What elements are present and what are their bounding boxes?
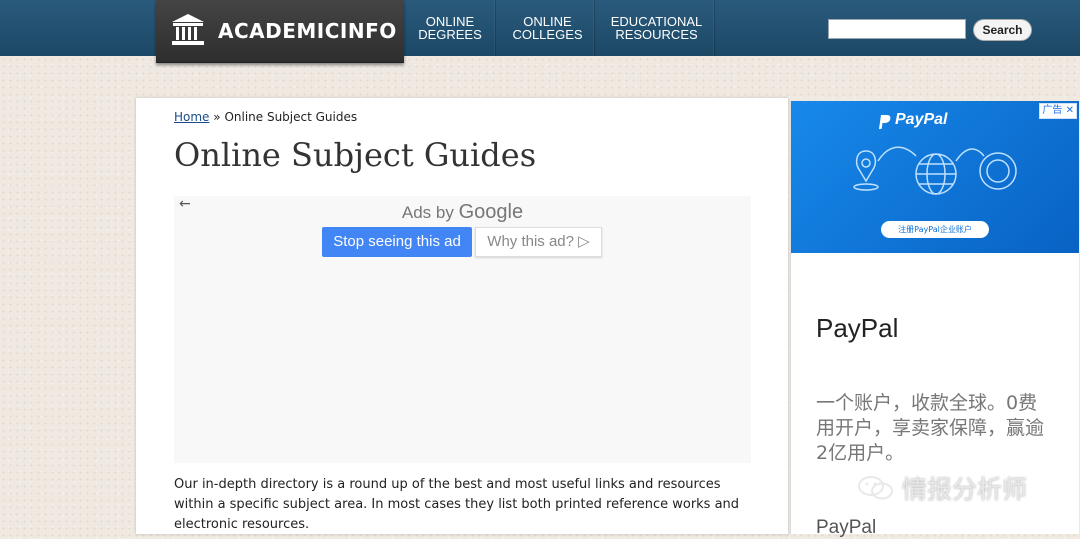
paypal-signup-button[interactable]: 注册PayPal企业账户 <box>881 221 989 238</box>
site-logo[interactable]: ACADEMICINFO <box>156 0 404 63</box>
ads-by-text: Ads by <box>401 203 454 222</box>
wechat-icon <box>858 476 893 500</box>
ad-badge-label: 广告 <box>1042 105 1063 116</box>
play-triangle-icon: ▷ <box>578 233 590 250</box>
google-wordmark: Google <box>458 201 524 223</box>
nav-online-degrees[interactable]: ONLINE DEGREES <box>405 0 496 56</box>
ad-choices-badge[interactable]: 广告 ✕ <box>1039 103 1077 119</box>
main-content: Home » Online Subject Guides Online Subj… <box>136 98 788 534</box>
watermark-text: 情报分析师 <box>902 475 1028 504</box>
ad-frame: ← Ads by Google Stop seeing this ad Why … <box>174 196 751 463</box>
breadcrumb-separator: » <box>213 110 221 124</box>
logo-text: ACADEMICINFO <box>218 19 397 43</box>
page-title: Online Subject Guides <box>174 136 537 174</box>
wechat-watermark: 情报分析师 <box>856 470 1027 506</box>
stop-seeing-this-ad-button[interactable]: Stop seeing this ad <box>322 227 472 257</box>
breadcrumb-home-link[interactable]: Home <box>174 110 209 124</box>
why-this-ad-label: Why this ad? <box>487 233 574 250</box>
building-columns-icon <box>172 14 204 45</box>
paypal-brand: PayPal <box>895 111 948 128</box>
advertiser-title[interactable]: PayPal <box>816 313 898 344</box>
advertiser-name[interactable]: PayPal <box>816 517 876 539</box>
breadcrumb: Home » Online Subject Guides <box>174 110 357 124</box>
global-payments-illustration-icon <box>853 146 1017 195</box>
paypal-logo-icon <box>879 115 891 129</box>
ads-by-google-label: Ads by Google <box>174 201 751 224</box>
close-icon[interactable]: ✕ <box>1066 105 1074 116</box>
why-this-ad-button[interactable]: Why this ad? ▷ <box>475 227 602 257</box>
breadcrumb-current: Online Subject Guides <box>224 110 358 124</box>
paypal-banner[interactable]: 广告 ✕ PayPal 注册PayPal企业账户 <box>791 101 1079 253</box>
nav-educational-resources[interactable]: EDUCATIONAL RESOURCES <box>599 0 715 56</box>
nav-label-line2: RESOURCES <box>615 27 698 42</box>
nav-label-line2: COLLEGES <box>512 27 583 42</box>
nav-online-colleges[interactable]: ONLINE COLLEGES <box>501 0 595 56</box>
search-input[interactable] <box>828 19 966 39</box>
search-button[interactable]: Search <box>973 19 1032 41</box>
nav-label-line2: DEGREES <box>418 27 482 42</box>
intro-paragraph: Our in-depth directory is a round up of … <box>174 477 740 532</box>
advertiser-description: 一个账户，收款全球。0费用开户，享卖家保障，赢逾2亿用户。 <box>816 392 1045 464</box>
